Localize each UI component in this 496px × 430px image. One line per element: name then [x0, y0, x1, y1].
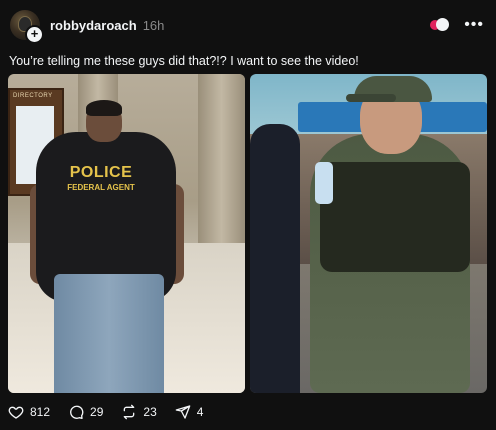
- water-bottle: [315, 162, 333, 204]
- comment-icon: [70, 405, 84, 419]
- repost-count: 23: [143, 405, 157, 419]
- post-media[interactable]: DIRECTORY POLICE FEDERAL AGENT: [8, 74, 487, 393]
- photo-left[interactable]: DIRECTORY POLICE FEDERAL AGENT: [8, 74, 245, 393]
- repost-icon: [124, 404, 135, 420]
- share-count: 4: [196, 405, 204, 419]
- vest-text-police: POLICE: [69, 164, 133, 181]
- post-header: + robbydaroach 16h •••: [8, 8, 488, 44]
- reaction-dot-white: [436, 18, 450, 31]
- comment-count: 29: [90, 405, 104, 419]
- username[interactable]: robbydaroach: [50, 18, 137, 33]
- vest-text-federal-agent: FEDERAL AGENT: [67, 183, 135, 192]
- vest-text: POLICE FEDERAL AGENT: [56, 164, 146, 192]
- officer-hair: [86, 100, 122, 116]
- directory-sign-label: DIRECTORY: [13, 93, 53, 99]
- more-icon[interactable]: •••: [464, 17, 484, 33]
- follow-plus-icon[interactable]: +: [25, 25, 44, 44]
- repost-button[interactable]: 23: [121, 404, 157, 420]
- photo-right[interactable]: [250, 74, 487, 393]
- reaction-badge-icon: [430, 18, 450, 32]
- share-icon: [175, 405, 191, 419]
- tactical-vest: [320, 162, 470, 272]
- side-officer: [250, 124, 300, 393]
- avatar-wrapper[interactable]: +: [10, 10, 44, 44]
- like-button[interactable]: 812: [8, 404, 50, 420]
- post-actions: 812 29 23 4: [8, 404, 221, 420]
- share-button[interactable]: 4: [175, 404, 204, 420]
- jeans: [54, 274, 164, 393]
- header-actions: •••: [430, 17, 484, 33]
- post-timestamp: 16h: [142, 17, 165, 33]
- cap-brim: [346, 94, 396, 102]
- like-count: 812: [30, 405, 51, 419]
- threads-post: + robbydaroach 16h ••• You’re telling me…: [0, 0, 496, 430]
- comment-button[interactable]: 29: [68, 404, 103, 420]
- post-caption: You’re telling me these guys did that?!?…: [9, 54, 359, 68]
- heart-icon: [8, 406, 24, 419]
